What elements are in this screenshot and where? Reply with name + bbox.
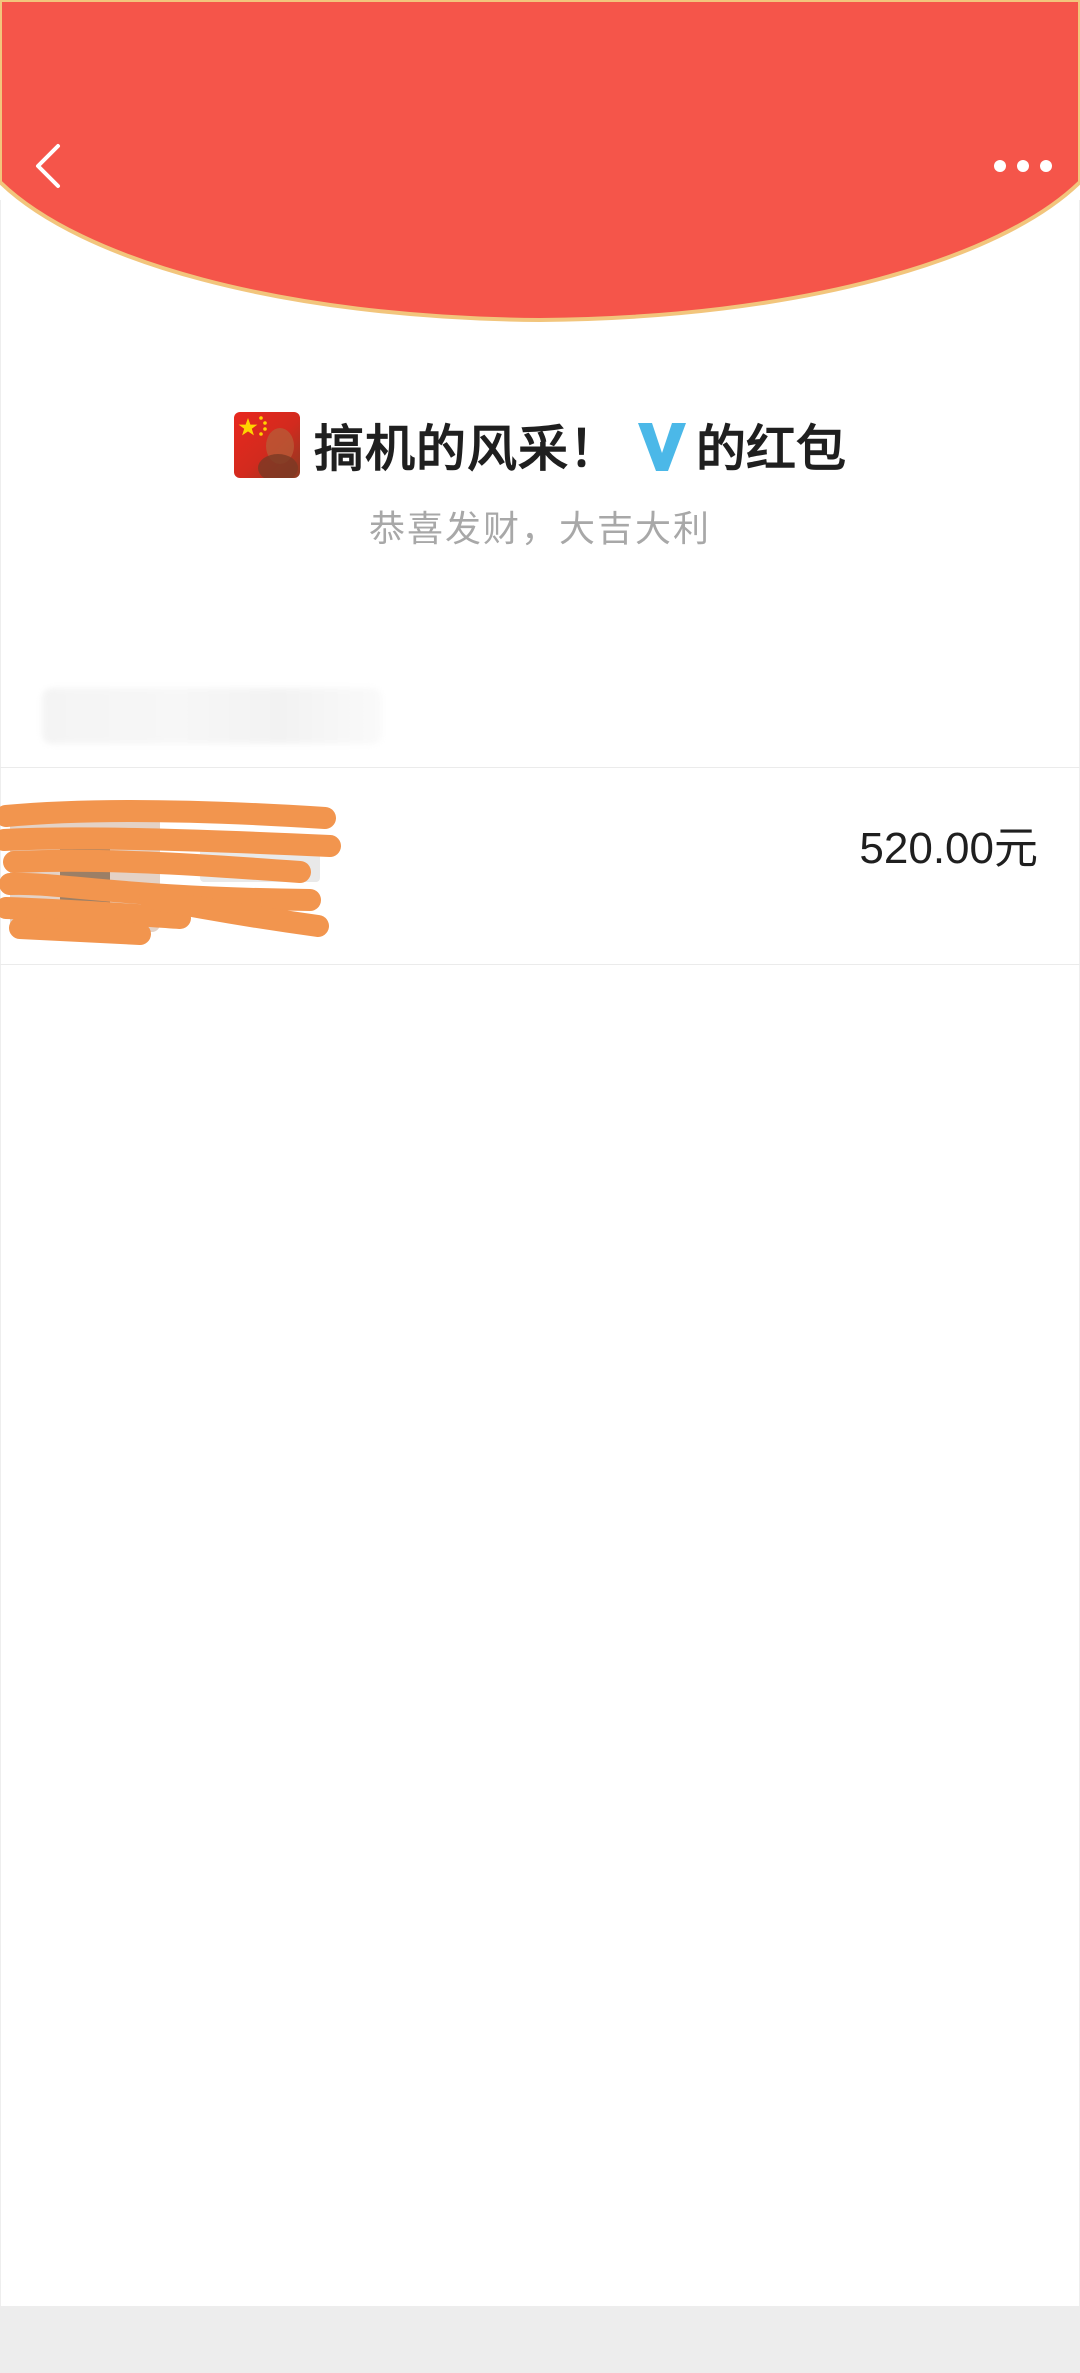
sender-header: 搞机的风采！ 的红包: [0, 405, 1080, 485]
bottom-bar: [0, 2306, 1080, 2373]
more-options-button[interactable]: [988, 145, 1058, 185]
blurred-summary-text: [42, 688, 382, 744]
chevron-left-icon: [36, 144, 60, 188]
sender-avatar[interactable]: [234, 412, 300, 478]
received-amount: 520.00元: [859, 824, 1038, 873]
greeting-message: 恭喜发财，大吉大利: [368, 509, 711, 550]
red-envelope-detail-page: 搞机的风采！ 的红包 恭喜发财，大吉大利 520.00元: [0, 0, 1080, 2373]
sender-name: 搞机的风采！: [314, 420, 620, 478]
china-flag-avatar: [234, 412, 300, 478]
receiver-list-item[interactable]: 520.00元: [0, 768, 1080, 964]
red-envelope-header: [0, 0, 1080, 323]
more-horizontal-icon: [994, 160, 1052, 172]
envelope-title-suffix: 的红包: [696, 420, 846, 478]
verified-v-icon: [638, 423, 686, 471]
redacted-receiver-info: [0, 799, 341, 945]
list-bottom-divider: [0, 964, 1080, 965]
back-button[interactable]: [24, 130, 74, 200]
